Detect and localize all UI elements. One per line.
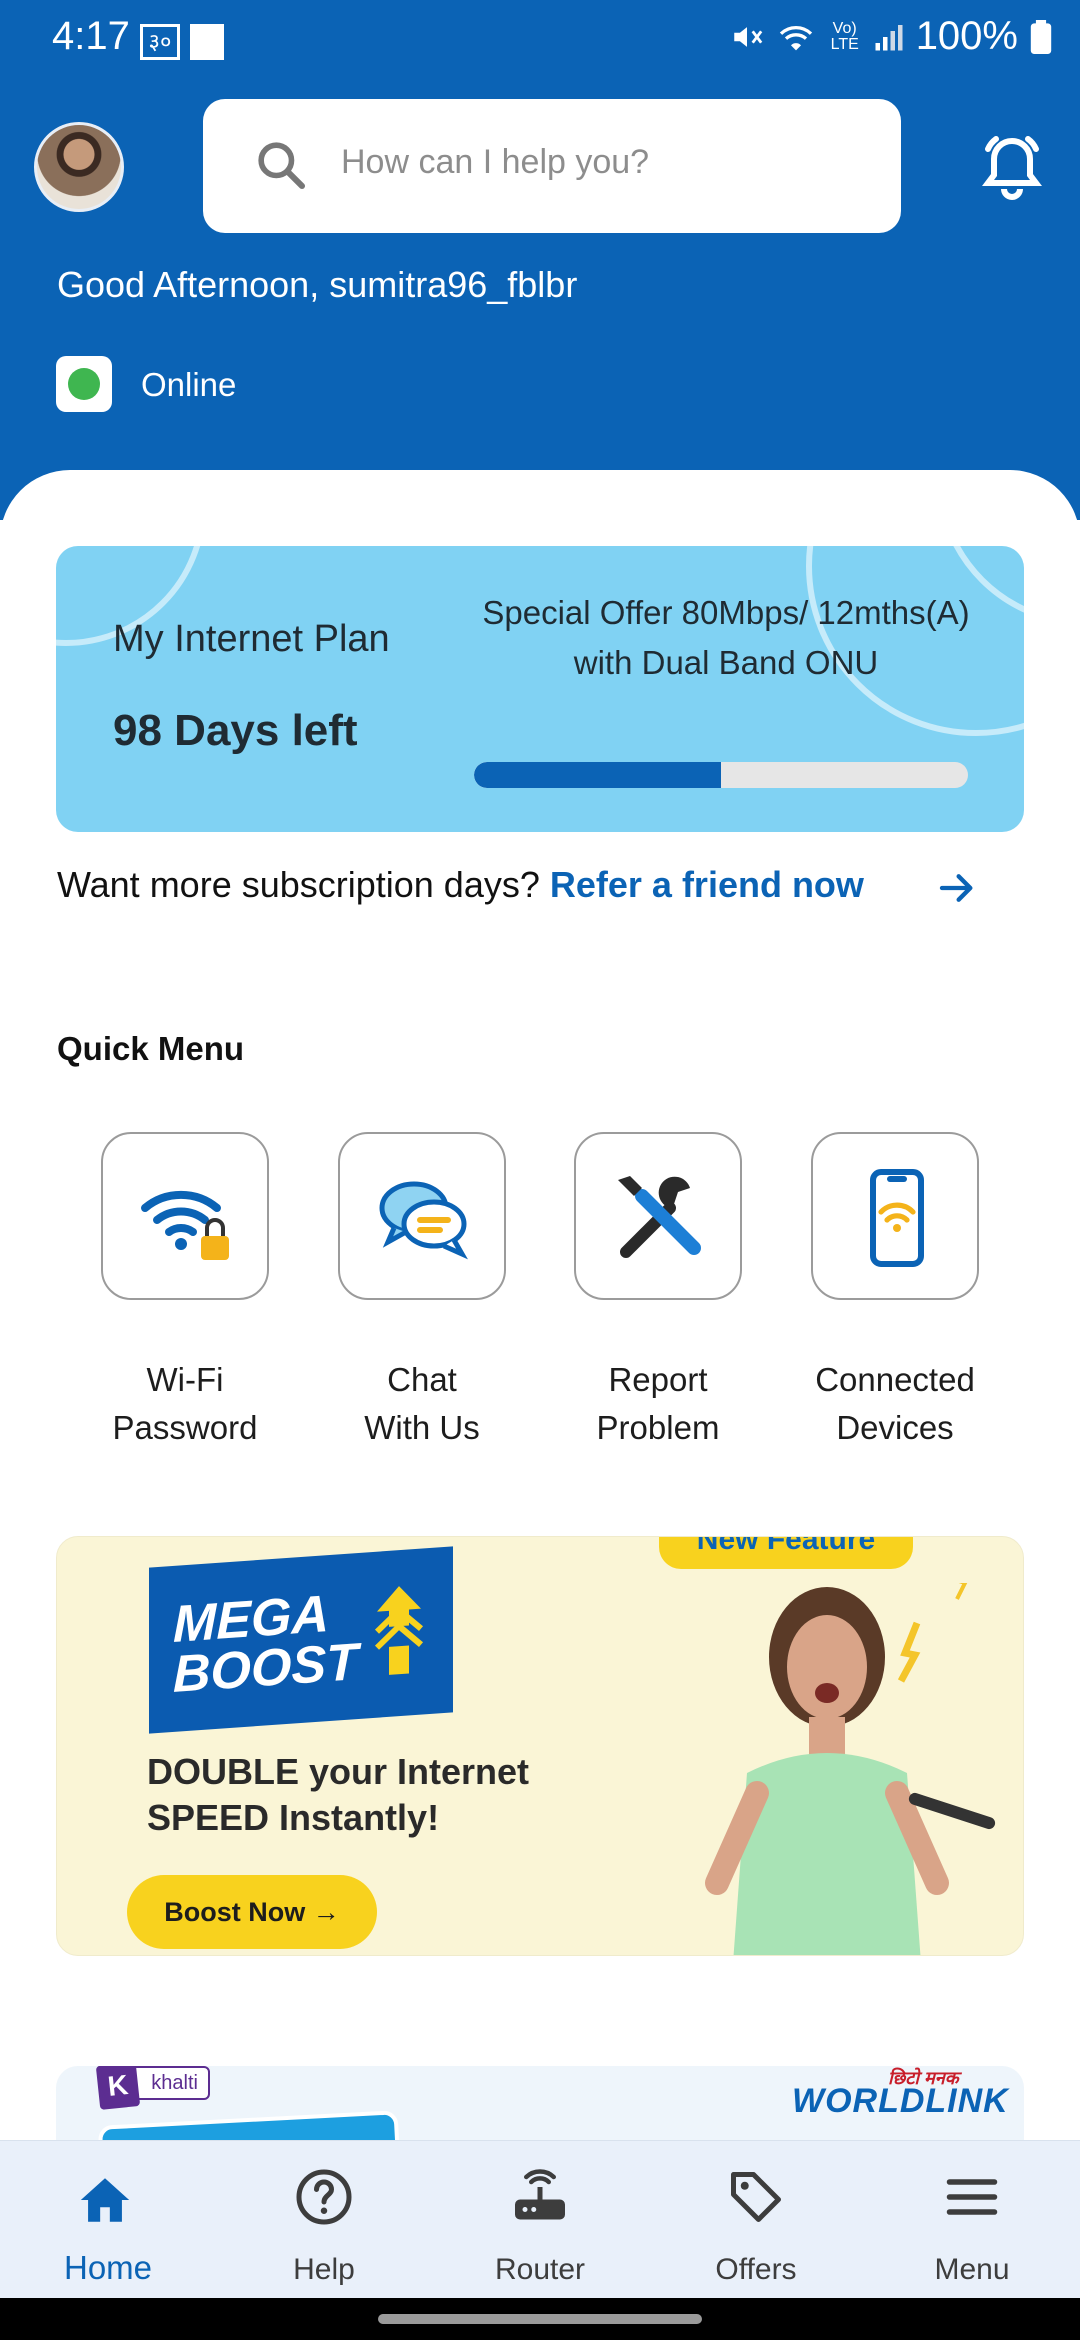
online-dot-icon bbox=[68, 368, 100, 400]
boost-now-button[interactable]: Boost Now → bbox=[127, 1875, 377, 1949]
network-type-label: Vo) LTE bbox=[830, 19, 859, 53]
wifi-lock-icon bbox=[141, 1190, 229, 1260]
nav-label: Menu bbox=[934, 2253, 1010, 2286]
khalti-k-icon: K bbox=[95, 2066, 141, 2110]
home-icon bbox=[80, 2178, 130, 2222]
router-icon bbox=[515, 2169, 565, 2220]
quick-menu-icon-box[interactable] bbox=[811, 1132, 979, 1300]
mute-icon bbox=[733, 26, 762, 47]
tools-icon bbox=[618, 1176, 701, 1258]
new-feature-badge: New Feature bbox=[659, 1537, 913, 1569]
notification-indicator-icon bbox=[190, 24, 224, 60]
nav-label: Home bbox=[63, 2249, 153, 2286]
search-bar[interactable]: How can I help you? bbox=[203, 99, 901, 233]
menu-icon bbox=[946, 2179, 998, 2215]
nav-help[interactable]: Help bbox=[216, 2141, 432, 2299]
app-header: 4:17 ३० Vo) LTE 100% How can I help you?… bbox=[0, 0, 1080, 520]
nav-menu[interactable]: Menu bbox=[864, 2141, 1080, 2299]
worldlink-logo: WORLDLINK bbox=[792, 2082, 1009, 2120]
boost-arrow-icon bbox=[374, 1586, 424, 1675]
promo-person-image bbox=[705, 1583, 996, 1955]
mega-boost-banner[interactable]: New Feature MEGA BOOST DOUBLE your Intern… bbox=[56, 1536, 1024, 1956]
nav-home[interactable]: Home bbox=[0, 2141, 216, 2299]
quick-menu-label: Connected Devices bbox=[815, 1361, 975, 1446]
phone-wifi-icon bbox=[870, 1169, 924, 1267]
quick-menu-label: Report Problem bbox=[596, 1361, 720, 1446]
signal-icon bbox=[875, 24, 903, 50]
nav-offers[interactable]: Offers bbox=[648, 2141, 864, 2299]
nav-label: Router bbox=[494, 2253, 586, 2286]
quick-menu-title: Quick Menu bbox=[57, 1030, 245, 1067]
help-icon bbox=[296, 2169, 352, 2225]
home-gesture-handle[interactable] bbox=[378, 2314, 702, 2324]
plan-offer-name: Special Offer 80Mbps/ 12mths(A) with Dua… bbox=[482, 594, 970, 681]
system-navigation-bar bbox=[0, 2298, 1080, 2340]
quick-menu-report-problem[interactable]: Report Problem bbox=[574, 1132, 742, 1446]
refer-friend-link[interactable]: Refer a friend now bbox=[550, 864, 864, 905]
plan-days-left: 98 Days left bbox=[113, 706, 358, 755]
quick-menu-chat[interactable]: Chat With Us bbox=[338, 1132, 506, 1446]
online-status-label: Online bbox=[141, 366, 237, 403]
battery-percent: 100% bbox=[915, 14, 1018, 58]
nav-label: Offers bbox=[715, 2253, 797, 2286]
arrow-right-icon[interactable] bbox=[936, 868, 978, 908]
quick-menu-icon-box[interactable] bbox=[574, 1132, 742, 1300]
online-status-indicator bbox=[56, 356, 112, 412]
quick-menu-label: Wi-Fi Password bbox=[112, 1361, 258, 1446]
user-avatar[interactable] bbox=[34, 122, 124, 212]
tag-icon bbox=[731, 2172, 781, 2222]
nav-router[interactable]: Router bbox=[432, 2141, 648, 2299]
calendar-indicator-icon: ३० bbox=[140, 24, 180, 60]
bottom-navigation: Home Help Router Offers Menu bbox=[0, 2140, 1080, 2298]
status-right: Vo) LTE 100% bbox=[730, 14, 1052, 59]
chat-bubbles-icon bbox=[379, 1181, 468, 1260]
refer-prompt: Want more subscription days? Refer a fri… bbox=[57, 864, 864, 906]
plan-progress-fill bbox=[474, 762, 721, 788]
quick-menu-label: Chat With Us bbox=[364, 1361, 480, 1446]
search-input[interactable]: How can I help you? bbox=[341, 143, 649, 182]
mega-boost-logo: MEGA BOOST bbox=[149, 1546, 453, 1734]
quick-menu-connected-devices[interactable]: Connected Devices bbox=[811, 1132, 979, 1446]
plan-title: My Internet Plan bbox=[113, 618, 390, 660]
quick-menu-icon-box[interactable] bbox=[338, 1132, 506, 1300]
greeting-text: Good Afternoon, sumitra96_fblbr bbox=[57, 264, 578, 305]
wifi-status-icon bbox=[779, 25, 812, 50]
promo-headline: DOUBLE your Internet SPEED Instantly! bbox=[147, 1751, 530, 1838]
status-bar: 4:17 ३० Vo) LTE 100% bbox=[0, 0, 1080, 80]
quick-menu-wifi-password[interactable]: Wi-Fi Password bbox=[101, 1132, 269, 1446]
nav-label: Help bbox=[293, 2253, 355, 2286]
quick-menu-icon-box[interactable] bbox=[101, 1132, 269, 1300]
plan-progress-bar bbox=[474, 762, 968, 788]
mega-boost-logo-text: MEGA BOOST bbox=[173, 1585, 358, 1704]
status-time: 4:17 bbox=[52, 14, 130, 58]
internet-plan-card[interactable]: My Internet Plan 98 Days left Special Of… bbox=[56, 546, 1024, 832]
refer-prompt-text: Want more subscription days? bbox=[57, 864, 550, 905]
notification-bell-icon[interactable] bbox=[980, 132, 1044, 202]
battery-icon bbox=[1030, 19, 1052, 54]
search-icon bbox=[258, 142, 306, 190]
